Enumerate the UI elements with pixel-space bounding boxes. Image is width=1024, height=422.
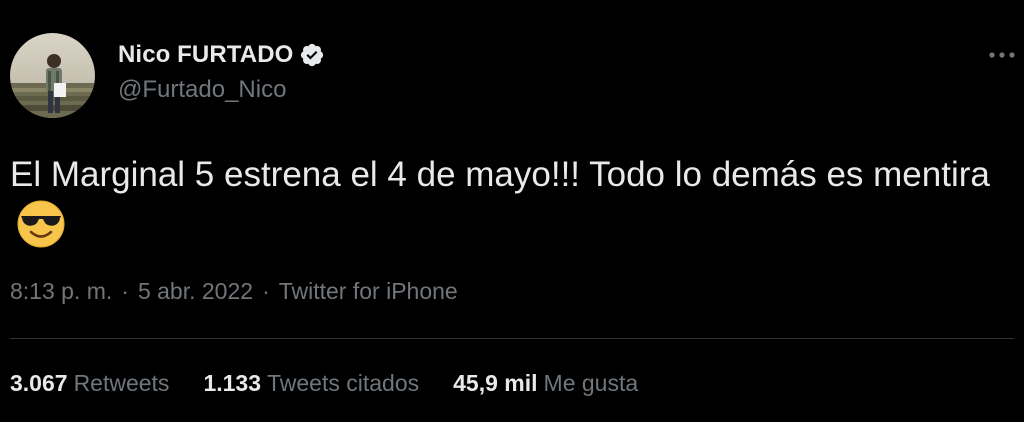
meta-separator: · [121,278,129,304]
verified-badge-icon [299,42,325,68]
tweet-text-container: El Marginal 5 estrena el 4 de mayo!!! To… [10,150,1014,252]
likes-count: 45,9 mil [453,370,538,396]
profile-photo-icon [10,33,95,118]
likes-label: Me gusta [543,370,639,396]
tweet-card: Nico FURTADO @Furtado_Nico El Marginal 5… [0,0,1024,422]
smiling-face-with-sunglasses-icon [16,199,66,249]
author-handle[interactable]: @Furtado_Nico [118,76,286,104]
retweets-stat[interactable]: 3.067 Retweets [10,370,169,397]
avatar[interactable] [10,33,95,118]
retweets-count: 3.067 [10,370,68,396]
quote-tweets-label: Tweets citados [267,370,420,396]
likes-stat[interactable]: 45,9 mil Me gusta [453,370,638,397]
meta-separator: · [262,278,270,304]
engagement-stats: 3.067 Retweets 1.133 Tweets citados 45,9… [10,370,638,397]
display-name[interactable]: Nico FURTADO [118,41,293,69]
more-horizontal-icon [989,52,1015,58]
quote-tweets-count: 1.133 [203,370,261,396]
quote-tweets-stat[interactable]: 1.133 Tweets citados [203,370,419,397]
author-name-row: Nico FURTADO [118,40,325,70]
retweets-label: Retweets [73,370,170,396]
tweet-meta: 8:13 p. m. · 5 abr. 2022 · Twitter for i… [10,278,458,305]
tweet-time[interactable]: 8:13 p. m. [10,278,112,305]
tweet-source-link[interactable]: Twitter for iPhone [279,278,458,305]
tweet-date[interactable]: 5 abr. 2022 [138,278,253,305]
tweet-text: El Marginal 5 estrena el 4 de mayo!!! To… [10,155,990,194]
divider [10,338,1014,339]
more-options-button[interactable] [985,40,1019,70]
